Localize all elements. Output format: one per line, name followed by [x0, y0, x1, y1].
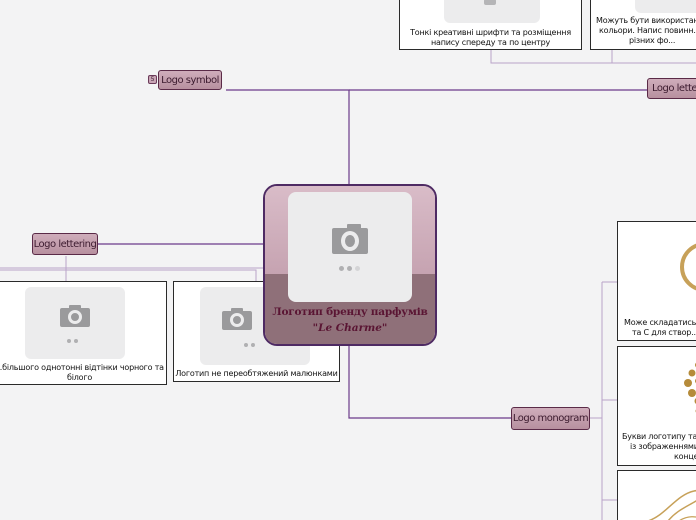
monogram-card-1[interactable]: Може складатись ... та С для створ... [617, 221, 696, 341]
lettering-top-card-1[interactable]: Тонкі креативні шрифти та розміщення нап… [399, 0, 582, 50]
carousel-dots-icon [339, 266, 360, 271]
mind-map-canvas[interactable]: Тонкі креативні шрифти та розміщення нап… [0, 0, 696, 520]
central-title: Логотип бренду парфумів [272, 306, 428, 318]
image-placeholder [444, 0, 540, 23]
camera-icon [60, 305, 90, 327]
card-text-line: Може складатись ... [624, 318, 696, 327]
monogram-image [680, 242, 696, 292]
topic-label: Logo symbol [161, 74, 219, 86]
monogram-card-2[interactable]: Букви логотипу так... із зображеннями ..… [617, 346, 696, 466]
card-text-line: білого [66, 373, 93, 382]
topic-label: Logo monogram [512, 413, 589, 424]
central-image-placeholder [288, 192, 412, 302]
collapsed-count: 5 [150, 76, 155, 83]
carousel-dots-icon [67, 339, 78, 343]
card-text-line: Логотип не переобтяжений малюнками [175, 369, 338, 378]
card-text-line: кольори. Напис повинн... [599, 26, 696, 35]
card-text-line: Букви логотипу так... [622, 432, 696, 441]
card-text-line: та С для створ... [632, 328, 696, 337]
monogram-script-image [648, 490, 696, 520]
card-text-line: із зображеннями ... [630, 442, 696, 451]
card-text-line: напису спереду та по центру [430, 38, 551, 47]
topic-label: Logo lettering [33, 238, 97, 250]
topic-logo-symbol[interactable]: Logo symbol [158, 70, 222, 90]
central-topic[interactable]: Логотип бренду парфумів "Le Charme" [263, 184, 437, 346]
monogram-card-3[interactable] [617, 470, 696, 520]
topic-label: Logo lettering [652, 83, 696, 94]
monogram-ornament-image [684, 362, 696, 413]
card-text-line: ...більшого однотонні відтінки чорного т… [0, 363, 164, 372]
lettering-top-card-2[interactable]: Можуть бути використан... кольори. Напис… [590, 0, 696, 50]
card-text-line: Можуть бути використан... [596, 16, 696, 25]
carousel-dots-icon [244, 343, 255, 347]
card-text-line: Тонкі креативні шрифти та розміщення [410, 28, 571, 37]
image-placeholder [635, 0, 696, 13]
card-text-line: різних фо... [629, 36, 676, 45]
image-placeholder [25, 287, 125, 359]
topic-logo-lettering-left[interactable]: Logo lettering [32, 233, 98, 255]
camera-icon [484, 0, 496, 5]
lettering-left-card-1[interactable]: ...більшого однотонні відтінки чорного т… [0, 281, 167, 385]
collapse-badge[interactable]: 5 [148, 75, 157, 84]
topic-logo-lettering-top[interactable]: Logo lettering [647, 78, 696, 99]
card-text-line: конце... [674, 452, 696, 461]
central-subtitle: "Le Charme" [312, 322, 388, 334]
camera-icon [222, 308, 252, 330]
topic-logo-monogram[interactable]: Logo monogram [511, 407, 590, 430]
camera-icon [332, 224, 368, 254]
